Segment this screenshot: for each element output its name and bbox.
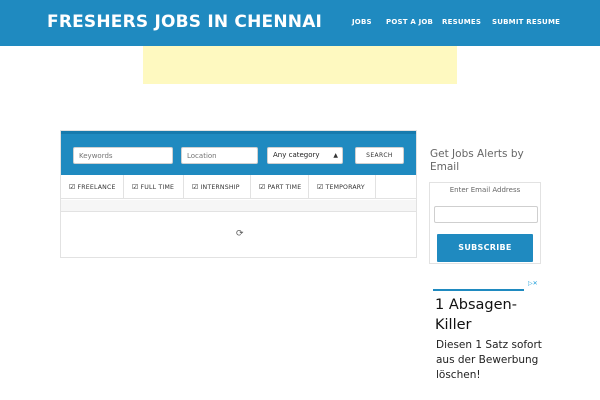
nav-submit-resume[interactable]: SUBMIT RESUME (492, 18, 560, 26)
checked-checkbox-icon[interactable]: ☑ (259, 175, 265, 199)
job-listings-box: Any category ▲ SEARCH ☑FREELANCE ☑FULL T… (60, 130, 417, 258)
site-header: FRESHERS JOBS IN CHENNAI JOBS POST A JOB… (0, 0, 600, 46)
results-header-strip (61, 200, 416, 212)
filter-temporary[interactable]: ☑ TEMPORARY (309, 175, 376, 199)
filter-label: INTERNSHIP (200, 184, 240, 191)
filter-label: FREELANCE (77, 184, 116, 191)
location-input[interactable] (181, 147, 258, 164)
ad-banner[interactable] (143, 46, 457, 84)
category-select-value: Any category (273, 151, 320, 159)
filter-label: TEMPORARY (325, 184, 365, 191)
filter-label: PART TIME (267, 184, 302, 191)
email-placeholder-label: Enter Email Address (449, 186, 521, 194)
ad-headline[interactable]: 1 Absagen-Killer (435, 295, 545, 335)
ad-choices-icon[interactable]: ▷✕ (528, 280, 540, 288)
loading-spinner-icon: ⟳ (236, 229, 244, 239)
filter-freelance[interactable]: ☑ FREELANCE (61, 175, 124, 199)
checked-checkbox-icon[interactable]: ☑ (192, 175, 198, 199)
checked-checkbox-icon[interactable]: ☑ (132, 175, 138, 199)
ad-body-text[interactable]: Diesen 1 Satz sofort aus der Bewerbung l… (436, 338, 546, 383)
job-alerts-title: Get Jobs Alerts by Email (430, 148, 524, 173)
category-select[interactable]: Any category ▲ (267, 147, 343, 164)
job-type-filters: ☑ FREELANCE ☑ FULL TIME ☑ INTERNSHIP ☑ PART … (61, 175, 416, 199)
nav-post-a-job[interactable]: POST A JOB (386, 18, 433, 26)
search-button[interactable]: SEARCH (355, 147, 404, 164)
checked-checkbox-icon[interactable]: ☑ (317, 175, 323, 199)
checked-checkbox-icon[interactable]: ☑ (69, 175, 75, 199)
job-alerts-widget: Enter Email Address SUBSCRIBE (429, 182, 541, 264)
select-arrows-icon: ▲ (333, 152, 338, 159)
filter-part-time[interactable]: ☑ PART TIME (251, 175, 309, 199)
keywords-input[interactable] (73, 147, 173, 164)
email-field[interactable] (434, 206, 538, 223)
filter-full-time[interactable]: ☑ FULL TIME (124, 175, 184, 199)
site-title[interactable]: FRESHERS JOBS IN CHENNAI (47, 12, 322, 32)
filter-label: FULL TIME (140, 184, 175, 191)
nav-jobs[interactable]: JOBS (352, 18, 372, 26)
ad-divider (433, 289, 524, 291)
nav-resumes[interactable]: RESUMES (442, 18, 481, 26)
job-search-bar: Any category ▲ SEARCH (61, 131, 416, 175)
filter-internship[interactable]: ☑ INTERNSHIP (184, 175, 251, 199)
subscribe-button[interactable]: SUBSCRIBE (437, 234, 533, 262)
